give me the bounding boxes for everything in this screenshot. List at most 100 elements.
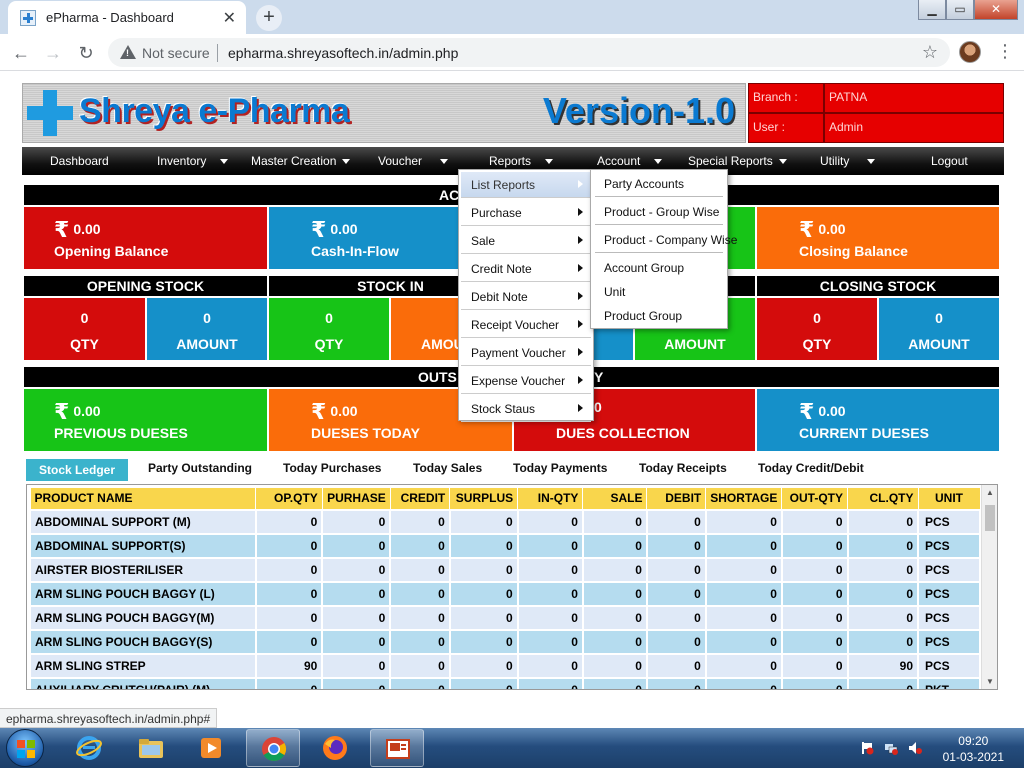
nav-dashboard[interactable]: Dashboard (50, 154, 109, 168)
menu-item-debit-note[interactable]: Debit Note (461, 284, 591, 310)
table-row[interactable]: ABDOMINAL SUPPORT(S) 0 0 0 0 0 0 0 0 0 0 PCS (29, 532, 981, 559)
media-player-taskbar-icon[interactable] (184, 729, 238, 767)
menu-product-group-wise[interactable]: Product - Group Wise (593, 200, 725, 224)
nav-reports[interactable]: Reports (489, 154, 554, 168)
table-row[interactable]: ARM SLING POUCH BAGGY (L) 0 0 0 0 0 0 0 0 0 0 PCS (29, 580, 981, 607)
closing-balance-tile[interactable]: ₹0.00 Closing Balance (757, 207, 999, 269)
page-content: Shreya e-Pharma Version-1.0 Branch : PAT… (0, 71, 1024, 728)
nav-account[interactable]: Account (597, 154, 663, 168)
table-row[interactable]: ARM SLING POUCH BAGGY(S) 0 0 0 0 0 0 0 0 0 0 PCS (29, 628, 981, 655)
tab-party-outstanding[interactable]: Party Outstanding (148, 461, 252, 475)
browser-menu-icon[interactable]: ⋮ (996, 41, 1014, 62)
volume-muted-icon[interactable] (908, 741, 922, 755)
column-header[interactable]: SHORTAGE (705, 487, 783, 510)
column-header[interactable]: CL.QTY (847, 487, 919, 510)
menu-item-label: Stock Staus (471, 402, 536, 416)
start-button-icon[interactable] (6, 729, 44, 767)
nav-logout[interactable]: Logout (931, 154, 968, 168)
chrome-taskbar-icon[interactable] (246, 729, 300, 767)
vertical-scrollbar[interactable]: ▲ ▼ (981, 485, 997, 689)
tab-today-sales[interactable]: Today Sales (413, 461, 482, 475)
menu-item-list-reports[interactable]: List Reports (461, 172, 591, 198)
address-bar[interactable]: Not secure epharma.shreyasoftech.in/admi… (108, 38, 950, 67)
table-cell: 0 (704, 676, 783, 689)
menu-item-sale[interactable]: Sale (461, 228, 591, 254)
nav-special-reports-label: Special Reports (688, 154, 773, 168)
nav-master-creation[interactable]: Master Creation (251, 154, 351, 168)
column-header[interactable]: OUT-QTY (781, 487, 849, 510)
nav-voucher[interactable]: Voucher (378, 154, 449, 168)
column-header[interactable]: IN-QTY (517, 487, 584, 510)
new-tab-button[interactable]: + (256, 5, 282, 31)
menu-account-group[interactable]: Account Group (593, 256, 725, 280)
menu-unit[interactable]: Unit (593, 280, 725, 304)
chevron-right-icon (578, 208, 583, 216)
nav-special-reports[interactable]: Special Reports (688, 154, 787, 168)
table-row[interactable]: AUXILIARY CRUTCH(PAIR) (M) 0 0 0 0 0 0 0 0 0 0 PKT (29, 676, 981, 689)
table-row[interactable]: AIRSTER BIOSTERILISER 0 0 0 0 0 0 0 0 0 0 PCS (29, 556, 981, 583)
tab-close-icon[interactable]: ✕ (223, 8, 236, 28)
column-header[interactable]: CREDIT (389, 487, 451, 510)
powerpoint-taskbar-icon[interactable] (370, 729, 424, 767)
tab-stock-ledger[interactable]: Stock Ledger (26, 459, 129, 481)
product-name-cell: ABDOMINAL SUPPORT(S) (29, 532, 257, 559)
menu-item-purchase[interactable]: Purchase (461, 200, 591, 226)
column-header[interactable]: OP.QTY (255, 487, 323, 510)
previous-dues-tile[interactable]: ₹0.00 PREVIOUS DUESES (24, 389, 267, 451)
back-icon[interactable]: ← (8, 40, 34, 66)
scroll-up-icon[interactable]: ▲ (986, 488, 994, 497)
tab-today-purchases[interactable]: Today Purchases (283, 461, 381, 475)
table-cell: 0 (389, 532, 451, 559)
explorer-taskbar-icon[interactable] (124, 729, 178, 767)
table-row[interactable]: ABDOMINAL SUPPORT (M) 0 0 0 0 0 0 0 0 0 0 PCS (29, 508, 981, 535)
table-cell: PCS (917, 532, 981, 559)
column-header[interactable]: UNIT (917, 487, 981, 510)
bookmark-star-icon[interactable]: ☆ (922, 42, 938, 63)
tab-today-credit-debit[interactable]: Today Credit/Debit (758, 461, 864, 475)
forward-icon[interactable]: → (40, 40, 66, 66)
firefox-taskbar-icon[interactable] (308, 729, 362, 767)
minimize-button[interactable]: ▁ (918, 0, 946, 20)
menu-party-accounts[interactable]: Party Accounts (593, 172, 725, 196)
column-header[interactable]: PURHASE (321, 487, 391, 510)
maximize-button[interactable]: ▭ (946, 0, 974, 20)
menu-item-payment-voucher[interactable]: Payment Voucher (461, 340, 591, 366)
not-secure-label[interactable]: Not secure (142, 45, 210, 61)
scrollbar-thumb[interactable] (985, 505, 995, 531)
stock-ledger-table-container[interactable]: PRODUCT NAME OP.QTY PURHASE CREDIT SURPLUS IN… (26, 484, 998, 690)
menu-item-stock-staus[interactable]: Stock Staus (461, 396, 591, 422)
nav-utility[interactable]: Utility (820, 154, 876, 168)
closing-stock-header: CLOSING STOCK (757, 276, 999, 296)
menu-item-expense-voucher[interactable]: Expense Voucher (461, 368, 591, 394)
window-close-button[interactable]: ✕ (974, 0, 1018, 20)
column-header[interactable]: PRODUCT NAME (29, 487, 256, 510)
table-cell: PCS (917, 580, 981, 607)
warning-icon[interactable] (120, 45, 136, 59)
menu-product-group[interactable]: Product Group (593, 304, 725, 328)
network-icon[interactable] (884, 741, 898, 755)
nav-inventory[interactable]: Inventory (157, 154, 229, 168)
column-header[interactable]: SALE (582, 487, 648, 510)
menu-product-company-wise[interactable]: Product - Company Wise (593, 228, 737, 252)
url-text[interactable]: epharma.shreyasoftech.in/admin.php (228, 45, 458, 61)
reload-icon[interactable]: ↻ (73, 40, 99, 66)
tab-today-payments[interactable]: Today Payments (513, 461, 607, 475)
table-row[interactable]: ARM SLING STREP 90 0 0 0 0 0 0 0 0 90 PCS (29, 652, 981, 679)
system-clock[interactable]: 09:20 01-03-2021 (943, 733, 1004, 765)
current-dues-tile[interactable]: ₹0.00 CURRENT DUESES (757, 389, 999, 451)
caret-down-icon (220, 159, 229, 165)
folder-icon (139, 739, 163, 758)
menu-item-receipt-voucher[interactable]: Receipt Voucher (461, 312, 591, 338)
menu-item-credit-note[interactable]: Credit Note (461, 256, 591, 282)
ie-taskbar-icon[interactable] (62, 729, 116, 767)
column-header[interactable]: SURPLUS (449, 487, 519, 510)
stock-label: AMOUNT (176, 336, 238, 352)
tab-today-receipts[interactable]: Today Receipts (639, 461, 727, 475)
profile-avatar[interactable] (959, 41, 981, 63)
opening-balance-tile[interactable]: ₹0.00 Opening Balance (24, 207, 267, 269)
action-center-flag-icon[interactable] (860, 741, 874, 755)
browser-tab[interactable]: ePharma - Dashboard ✕ (8, 1, 246, 34)
column-header[interactable]: DEBIT (646, 487, 707, 510)
scroll-down-icon[interactable]: ▼ (986, 677, 994, 686)
table-row[interactable]: ARM SLING POUCH BAGGY(M) 0 0 0 0 0 0 0 0 0 0 PCS (29, 604, 981, 631)
